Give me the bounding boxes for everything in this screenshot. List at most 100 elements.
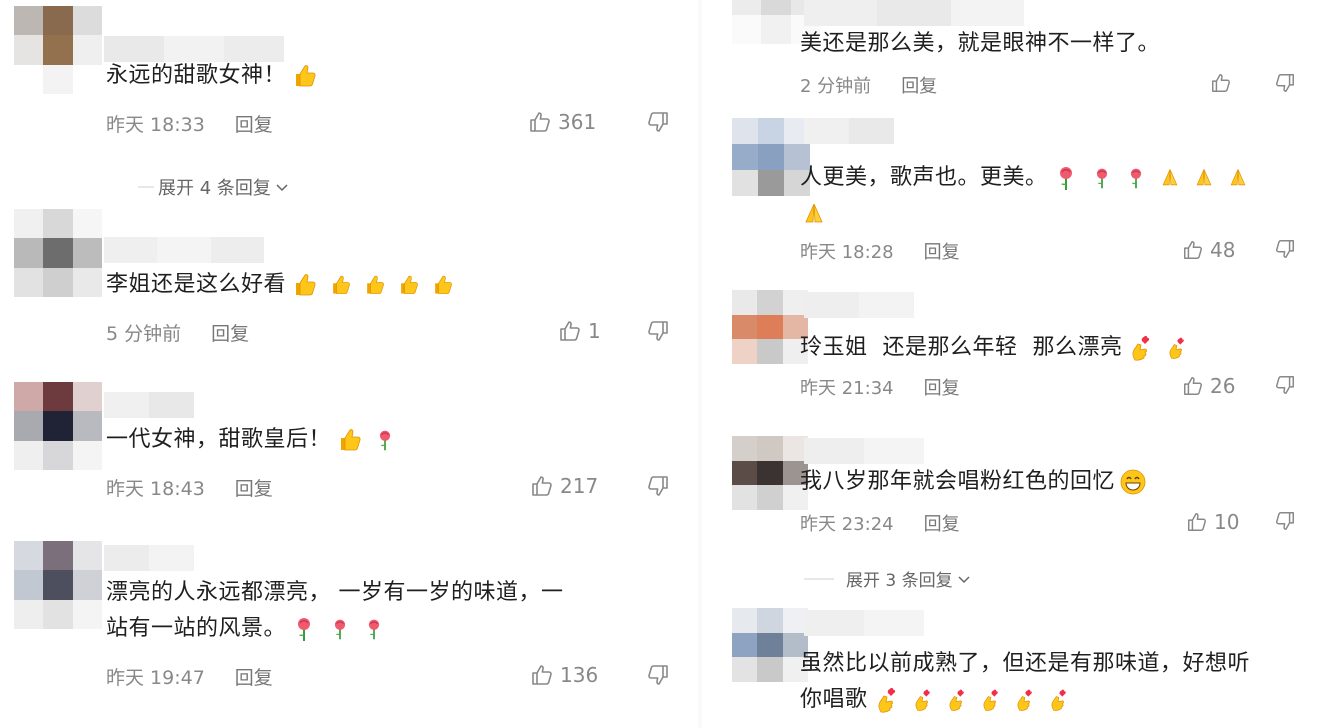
like-button[interactable]: 361 xyxy=(528,110,596,134)
like-count: 10 xyxy=(1214,510,1240,534)
avatar[interactable] xyxy=(732,290,808,364)
username-blurred[interactable] xyxy=(804,118,894,144)
username-blurred[interactable] xyxy=(104,392,194,418)
thumb-up-outline-icon xyxy=(1184,241,1202,259)
comment-item: 美还是那么美，就是眼神不一样了。 2 分钟前 回复 xyxy=(700,0,1322,108)
comment-text-line: 虽然比以前成熟了，但还是有那味道，好想听 xyxy=(800,651,1251,676)
like-button[interactable]: 136 xyxy=(530,663,598,687)
username-blurred[interactable] xyxy=(804,438,924,464)
username-blurred[interactable] xyxy=(104,545,194,571)
avatar[interactable] xyxy=(732,118,810,196)
thumb-up-outline-icon xyxy=(560,321,580,341)
thumb-down-outline-icon xyxy=(648,112,668,132)
dislike-button[interactable] xyxy=(1274,510,1296,532)
thumb-down-outline-icon xyxy=(1276,240,1294,258)
timestamp: 昨天 18:33 xyxy=(106,114,205,136)
comment-item: 永远的甜歌女神！ 昨天 18:33 回复 361 展开 4 条回复 xyxy=(0,0,700,200)
dislike-button[interactable] xyxy=(646,319,670,343)
comment-actions: 217 xyxy=(530,474,668,498)
pray-emoji xyxy=(1162,169,1177,186)
finger-heart-emoji xyxy=(1132,335,1150,361)
like-button[interactable]: 48 xyxy=(1182,238,1235,262)
right-comment-column: 美还是那么美，就是眼神不一样了。 2 分钟前 回复 人更美，歌声也。更美。 昨天… xyxy=(700,0,1322,728)
thumbs-up-emoji xyxy=(401,275,418,294)
rose-emoji xyxy=(1096,168,1107,189)
comment-item: 虽然比以前成熟了，但还是有那味道，好想听 你唱歌 xyxy=(700,604,1322,728)
thumb-up-outline-icon xyxy=(1188,513,1206,531)
comment-actions: 10 xyxy=(1186,510,1294,534)
finger-heart-emoji xyxy=(949,689,964,711)
comment-meta: 昨天 19:47 回复 xyxy=(106,663,273,690)
like-button[interactable]: 1 xyxy=(558,319,601,343)
thumbs-up-emoji xyxy=(333,275,350,294)
comment-text-content: 美还是那么美，就是眼神不一样了。 xyxy=(800,31,1161,56)
avatar[interactable] xyxy=(14,6,102,94)
like-button[interactable]: 10 xyxy=(1186,510,1239,534)
avatar[interactable] xyxy=(732,436,808,510)
reply-button[interactable]: 回复 xyxy=(924,510,960,536)
expand-line xyxy=(138,186,154,188)
rose-emoji xyxy=(368,619,380,640)
rose-emoji xyxy=(298,618,311,641)
dislike-button[interactable] xyxy=(1274,72,1296,94)
thumb-down-outline-icon xyxy=(648,476,668,496)
reply-button[interactable]: 回复 xyxy=(235,110,273,137)
expand-replies-button[interactable]: 展开 4 条回复 xyxy=(158,174,289,200)
comment-actions: 136 xyxy=(530,663,668,687)
avatar[interactable] xyxy=(14,382,102,470)
comment-text-content: 李姐还是这么好看 xyxy=(106,272,287,297)
thumbs-up-emoji xyxy=(341,429,361,451)
rose-emoji xyxy=(379,430,391,451)
username-blurred[interactable] xyxy=(804,610,924,636)
thumbs-up-emoji xyxy=(296,65,316,87)
expand-replies-button[interactable]: 展开 3 条回复 xyxy=(846,566,971,591)
username-blurred[interactable] xyxy=(804,0,1024,26)
dislike-button[interactable] xyxy=(1274,238,1296,260)
finger-heart-emoji xyxy=(1170,337,1185,359)
comment-text-content: 你唱歌 xyxy=(800,687,868,712)
comment-item: 漂亮的人永远都漂亮， 一岁有一岁的味道，一 站有一站的风景。 昨天 19:47 … xyxy=(0,535,700,728)
like-button[interactable] xyxy=(1210,72,1238,94)
like-count: 217 xyxy=(560,474,599,498)
comment-item: 一代女神，甜歌皇后！ 昨天 18:43 回复 217 xyxy=(0,360,700,520)
reply-button[interactable]: 回复 xyxy=(235,663,273,690)
comment-meta: 昨天 23:24 回复 xyxy=(800,510,960,536)
finger-heart-emoji xyxy=(878,687,895,713)
like-count: 361 xyxy=(558,110,597,134)
thumb-up-outline-icon xyxy=(530,112,550,132)
username-blurred[interactable] xyxy=(104,237,264,263)
comment-text-line: 漂亮的人永远都漂亮， 一岁有一岁的味道，一 xyxy=(106,580,564,605)
comment-text: 人更美，歌声也。更美。 xyxy=(800,160,1300,232)
like-button[interactable]: 26 xyxy=(1182,374,1235,398)
reply-button[interactable]: 回复 xyxy=(901,72,937,98)
comment-text-line: 站有一站的风景。 xyxy=(106,611,564,647)
thumb-down-outline-icon xyxy=(1276,376,1294,394)
reply-button[interactable]: 回复 xyxy=(235,474,273,501)
comment-text-content: 玲玉姐 还是那么年轻 那么漂亮 xyxy=(800,335,1123,360)
pray-emoji xyxy=(1230,169,1245,186)
thumb-up-outline-icon xyxy=(1184,377,1202,395)
thumbs-up-emoji xyxy=(435,275,452,294)
username-blurred[interactable] xyxy=(804,292,914,318)
comment-meta: 2 分钟前 回复 xyxy=(800,72,937,98)
reply-button[interactable]: 回复 xyxy=(924,238,960,264)
dislike-button[interactable] xyxy=(646,110,670,134)
dislike-button[interactable] xyxy=(646,474,670,498)
like-button[interactable]: 217 xyxy=(530,474,598,498)
comment-item: 人更美，歌声也。更美。 昨天 18:28 回复 48 xyxy=(700,112,1322,282)
avatar[interactable] xyxy=(14,209,102,297)
like-count: 1 xyxy=(588,319,601,343)
reply-button[interactable]: 回复 xyxy=(211,319,249,346)
comment-text-content: 一代女神，甜歌皇后！ xyxy=(106,427,332,452)
avatar[interactable] xyxy=(14,541,102,629)
finger-heart-emoji xyxy=(983,689,998,711)
pray-emoji xyxy=(1196,169,1211,186)
dislike-button[interactable] xyxy=(1274,374,1296,396)
reply-button[interactable]: 回复 xyxy=(924,374,960,400)
comment-meta: 昨天 18:28 回复 xyxy=(800,238,960,264)
dislike-button[interactable] xyxy=(646,663,670,687)
avatar[interactable] xyxy=(732,608,808,682)
chevron-down-icon xyxy=(958,575,970,583)
rose-emoji xyxy=(334,619,346,640)
timestamp: 昨天 21:34 xyxy=(800,378,894,399)
